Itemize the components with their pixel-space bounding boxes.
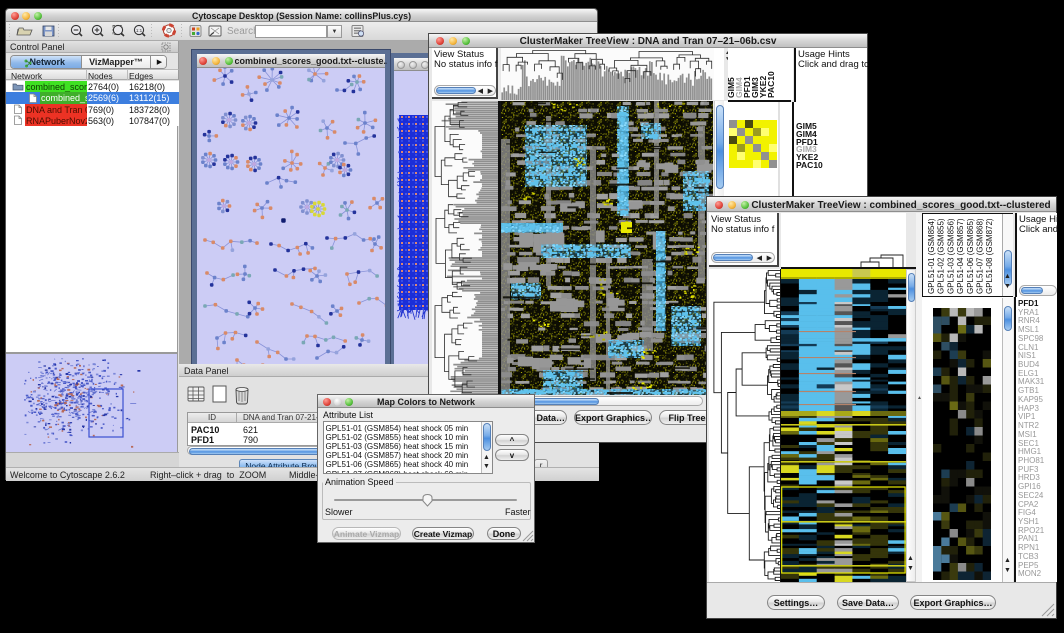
svg-text:GPL51-06 (GSM865): GPL51-06 (GSM865) (966, 218, 975, 294)
svg-text:GPL51-07 (GSM868): GPL51-07 (GSM868) (976, 218, 985, 294)
svg-text:GPL51-01 (GSM854): GPL51-01 (GSM854) (927, 218, 936, 294)
svg-text:1:1: 1:1 (136, 28, 143, 33)
svg-text:GPL51-04 (GSM857): GPL51-04 (GSM857) (956, 218, 965, 294)
svg-text:GPL51-03 (GSM856): GPL51-03 (GSM856) (946, 218, 955, 294)
svg-text:PAC10: PAC10 (766, 71, 776, 98)
svg-text:GPL51-08 (GSM872): GPL51-08 (GSM872) (985, 218, 994, 294)
svg-text:GPL51-02 (GSM855): GPL51-02 (GSM855) (937, 218, 946, 294)
